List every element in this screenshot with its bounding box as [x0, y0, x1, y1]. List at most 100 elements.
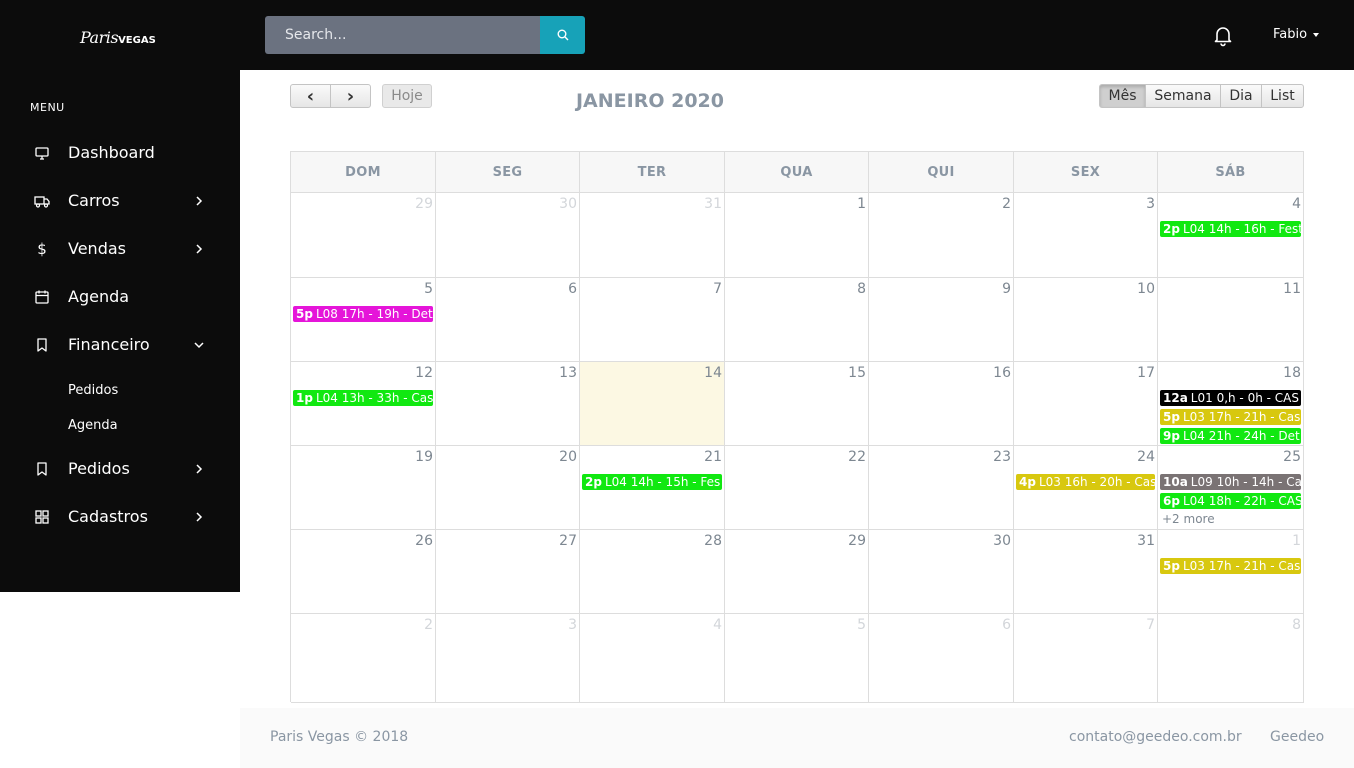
day-cell[interactable]: 8 [725, 278, 869, 362]
search-button[interactable] [540, 16, 585, 54]
calendar-event[interactable]: 5p L08 17h - 19h - Det [293, 306, 433, 322]
day-cell[interactable]: 16 [869, 362, 1014, 446]
day-number: 7 [713, 281, 722, 297]
search-icon [557, 29, 568, 41]
day-cell[interactable]: 5 5p L08 17h - 19h - Det [291, 278, 436, 362]
day-cell[interactable]: 19 [291, 446, 436, 530]
day-cell[interactable]: 7 [1014, 614, 1158, 703]
day-cell[interactable]: 25 10a L09 10h - 14h - Ca 6p L04 18h - 22h -… [1158, 446, 1304, 530]
day-cell[interactable]: 8 [1158, 614, 1304, 703]
day-cell[interactable]: 13 [436, 362, 580, 446]
sidebar-item-dashboard[interactable]: Dashboard [0, 138, 240, 168]
sidebar-item-label: Dashboard [68, 143, 155, 162]
day-cell[interactable]: 2 [869, 193, 1014, 278]
day-cell[interactable]: 31 [580, 193, 725, 278]
calendar-event[interactable]: 2p L04 14h - 16h - Fest [1160, 221, 1301, 237]
more-events-link[interactable]: +2 more [1162, 512, 1215, 526]
sidebar-item-label: Vendas [68, 239, 126, 258]
calendar-event[interactable]: 12a L01 0,h - 0h - CAS [1160, 390, 1301, 406]
day-cell[interactable]: 2 [291, 614, 436, 703]
day-cell-today[interactable]: 14 [580, 362, 725, 446]
user-name: Fabio [1273, 27, 1308, 42]
day-cell[interactable]: 7 [580, 278, 725, 362]
event-time: 5p [296, 307, 313, 321]
prev-button[interactable]: ‹ [290, 84, 331, 108]
day-cell[interactable]: 4 2p L04 14h - 16h - Fest [1158, 193, 1304, 278]
day-number: 9 [1002, 281, 1011, 297]
view-month-button[interactable]: Mês [1099, 84, 1146, 108]
calendar-event[interactable]: 4p L03 16h - 20h - Cas [1016, 474, 1155, 490]
day-cell[interactable]: 9 [869, 278, 1014, 362]
day-cell[interactable]: 24 4p L03 16h - 20h - Cas [1014, 446, 1158, 530]
day-cell[interactable]: 12 1p L04 13h - 33h - Cas [291, 362, 436, 446]
weekday-header: SEX [1014, 152, 1158, 193]
day-cell[interactable]: 22 [725, 446, 869, 530]
day-cell[interactable]: 27 [436, 530, 580, 614]
day-cell[interactable]: 30 [869, 530, 1014, 614]
day-cell[interactable]: 6 [869, 614, 1014, 703]
calendar-event[interactable]: 6p L04 18h - 22h - CAS [1160, 493, 1301, 509]
footer-email-link[interactable]: contato@geedeo.com.br [1069, 729, 1242, 745]
view-list-button[interactable]: List [1261, 84, 1304, 108]
logo[interactable]: ParisVEGAS [80, 28, 156, 47]
event-time: 9p [1163, 429, 1180, 443]
calendar-event[interactable]: 10a L09 10h - 14h - Ca [1160, 474, 1301, 490]
day-number: 13 [559, 365, 577, 381]
day-number: 4 [713, 617, 722, 633]
calendar-event[interactable]: 9p L04 21h - 24h - Det [1160, 428, 1301, 444]
day-cell[interactable]: 3 [436, 614, 580, 703]
sidebar-subitem-pedidos[interactable]: Pedidos [68, 383, 118, 398]
day-cell[interactable]: 18 12a L01 0,h - 0h - CAS 5p L03 17h - 21h -… [1158, 362, 1304, 446]
day-cell[interactable]: 1 [725, 193, 869, 278]
next-button[interactable]: › [330, 84, 371, 108]
user-menu[interactable]: Fabio [1273, 27, 1320, 42]
sidebar-item-agenda[interactable]: Agenda [0, 282, 240, 312]
event-title: L04 18h - 22h - CAS [1182, 494, 1301, 508]
day-number: 31 [704, 196, 722, 212]
day-number: 26 [415, 533, 433, 549]
day-cell[interactable]: 6 [436, 278, 580, 362]
day-cell[interactable]: 17 [1014, 362, 1158, 446]
day-cell[interactable]: 29 [725, 530, 869, 614]
footer-brand-link[interactable]: Geedeo [1270, 729, 1324, 745]
event-title: L04 21h - 24h - Det [1182, 429, 1300, 443]
calendar-event[interactable]: 2p L04 14h - 15h - Fes [582, 474, 722, 490]
sidebar-item-vendas[interactable]: $ Vendas [0, 234, 240, 264]
search-input[interactable] [265, 16, 540, 54]
day-cell[interactable]: 20 [436, 446, 580, 530]
calendar-event[interactable]: 1p L04 13h - 33h - Cas [293, 390, 433, 406]
day-cell[interactable]: 26 [291, 530, 436, 614]
day-cell[interactable]: 31 [1014, 530, 1158, 614]
day-cell[interactable]: 3 [1014, 193, 1158, 278]
day-cell[interactable]: 15 [725, 362, 869, 446]
day-number: 7 [1146, 617, 1155, 633]
day-cell[interactable]: 21 2p L04 14h - 15h - Fes [580, 446, 725, 530]
day-cell[interactable]: 1 5p L03 17h - 21h - Cas [1158, 530, 1304, 614]
day-number: 15 [848, 365, 866, 381]
footer: Paris Vegas © 2018 contato@geedeo.com.br… [240, 708, 1354, 768]
calendar-event[interactable]: 5p L03 17h - 21h - Cas [1160, 409, 1301, 425]
sidebar-item-cadastros[interactable]: Cadastros [0, 502, 240, 532]
day-cell[interactable]: 10 [1014, 278, 1158, 362]
today-button[interactable]: Hoje [382, 84, 432, 108]
day-cell[interactable]: 11 [1158, 278, 1304, 362]
day-number: 21 [704, 449, 722, 465]
calendar-event[interactable]: 5p L03 17h - 21h - Cas [1160, 558, 1301, 574]
sidebar-subitem-agenda[interactable]: Agenda [68, 418, 118, 433]
event-time: 12a [1163, 391, 1188, 405]
sidebar-item-carros[interactable]: Carros [0, 186, 240, 216]
day-cell[interactable]: 29 [291, 193, 436, 278]
view-week-button[interactable]: Semana [1145, 84, 1221, 108]
bell-icon[interactable] [1211, 23, 1235, 47]
day-cell[interactable]: 23 [869, 446, 1014, 530]
day-cell[interactable]: 28 [580, 530, 725, 614]
sidebar-item-pedidos[interactable]: Pedidos [0, 454, 240, 484]
day-cell[interactable]: 30 [436, 193, 580, 278]
sidebar-item-financeiro[interactable]: Financeiro [0, 330, 240, 360]
calendar-title: JANEIRO 2020 [575, 90, 724, 112]
day-cell[interactable]: 5 [725, 614, 869, 703]
day-number: 6 [1002, 617, 1011, 633]
day-cell[interactable]: 4 [580, 614, 725, 703]
view-day-button[interactable]: Dia [1220, 84, 1262, 108]
event-title: L01 0,h - 0h - CAS [1190, 391, 1299, 405]
